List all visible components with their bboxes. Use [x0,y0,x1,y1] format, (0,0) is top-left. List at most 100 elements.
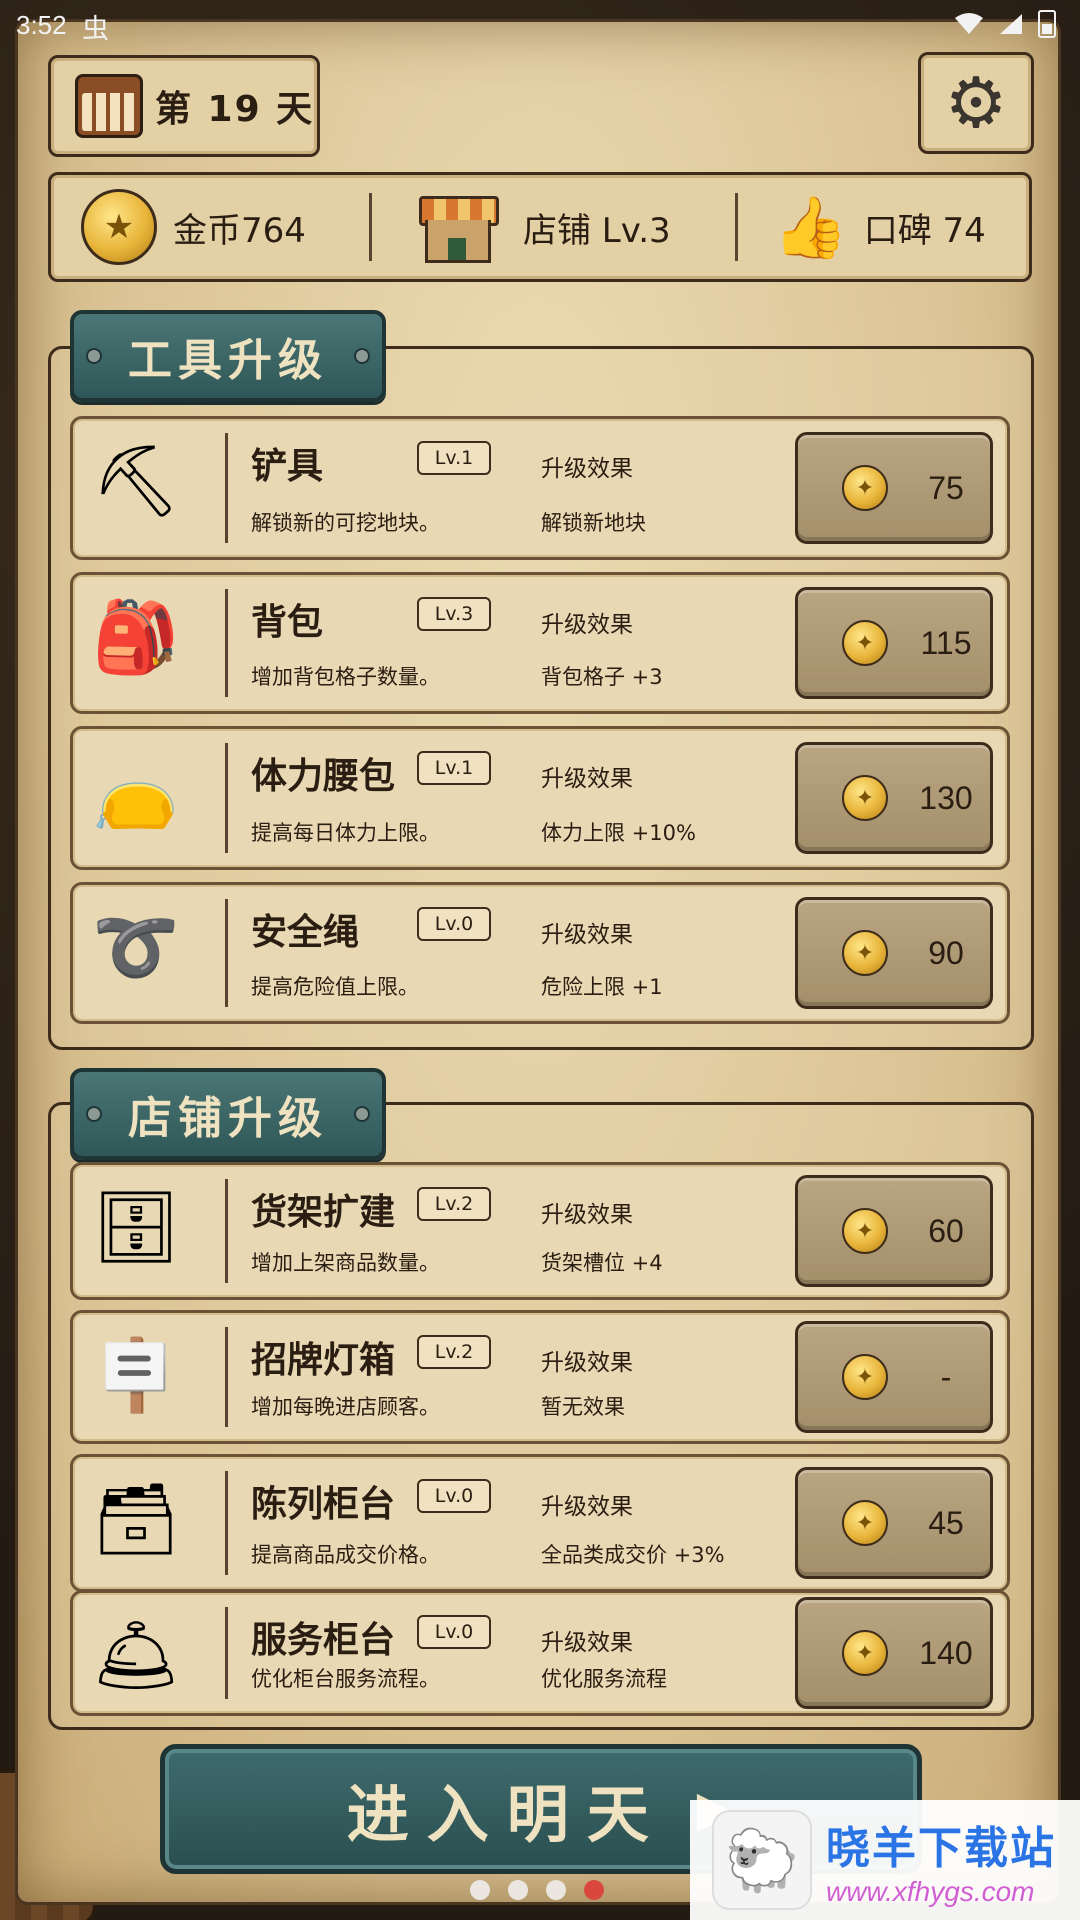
reputation-value: 口碑 74 [863,210,986,251]
stats-divider [369,193,372,261]
settings-button[interactable]: ⚙ [918,52,1034,154]
coin-icon: ✦ [842,620,888,666]
shop-section-title-text: 店铺升级 [128,1093,328,1144]
cost-value: 45 [928,1504,964,1541]
upgrade-row: 🪧 招牌灯箱 Lv.2 增加每晚进店顾客。 升级效果 暂无效果 ✦ - [70,1310,1010,1444]
upgrade-row: ⛏ 铲具 Lv.1 解锁新的可挖地块。 升级效果 解锁新地块 ✦ 75 [70,416,1010,560]
upgrade-cost-button[interactable]: ✦ 75 [795,432,993,544]
status-icons [954,10,1056,38]
upgrade-row: 🗄 货架扩建 Lv.2 增加上架商品数量。 升级效果 货架槽位 +4 ✦ 60 [70,1162,1010,1300]
rope-icon: ➰ [92,906,180,988]
upgrade-name: 招牌灯箱 [251,1340,396,1381]
upgrade-description: 增加背包格子数量。 [251,665,440,689]
upgrade-row: ➰ 安全绳 Lv.0 提高危险值上限。 升级效果 危险上限 +1 ✦ 90 [70,882,1010,1024]
effect-title: 升级效果 [541,456,633,482]
upgrade-cost-button[interactable]: ✦ 60 [795,1175,993,1287]
effect-title: 升级效果 [541,1630,633,1656]
upgrade-cost-button[interactable]: ✦ 90 [795,897,993,1009]
stats-divider [735,193,738,261]
row-divider [225,1179,228,1283]
row-divider [225,1327,228,1427]
row-divider [225,743,228,853]
level-badge: Lv.2 [417,1187,491,1221]
row-divider [225,433,228,543]
shop-level: 店铺 Lv.3 [523,210,671,251]
coin-icon: ✦ [842,1354,888,1400]
cost-value: 115 [920,624,972,661]
effect-value: 解锁新地块 [541,511,646,535]
row-divider [225,899,228,1007]
effect-title: 升级效果 [541,1350,633,1376]
status-bar: 3:52 虫 [0,0,1080,52]
effect-value: 危险上限 +1 [541,975,663,999]
upgrade-cost-button[interactable]: ✦ 130 [795,742,993,854]
display-cabinet-icon: 🗃 [91,1478,181,1560]
watermark-url: www.xfhygs.com [826,1876,1035,1907]
tools-section-title-text: 工具升级 [128,335,328,386]
level-badge: Lv.1 [417,441,491,475]
upgrade-name: 货架扩建 [251,1192,396,1233]
wifi-icon [955,13,983,34]
shop-section-title: 店铺升级 [70,1068,386,1160]
coin-icon: ✦ [842,1500,888,1546]
effect-title: 升级效果 [541,1494,633,1520]
upgrade-row: 🗃 陈列柜台 Lv.0 提高商品成交价格。 升级效果 全品类成交价 +3% ✦ … [70,1454,1010,1592]
page-dot[interactable] [546,1880,566,1900]
effect-value: 货架槽位 +4 [541,1251,663,1275]
cost-value: - [940,1358,952,1395]
upgrade-cost-button[interactable]: ✦ 115 [795,587,993,699]
coin-icon: ✦ [842,1208,888,1254]
upgrade-description: 提高每日体力上限。 [251,821,440,845]
upgrade-description: 解锁新的可挖地块。 [251,511,440,535]
effect-value: 体力上限 +10% [541,821,696,845]
coin-icon: ✦ [842,465,888,511]
day-label: 第 19 天 [155,89,315,130]
upgrade-description: 增加上架商品数量。 [251,1251,440,1275]
upgrade-cost-button[interactable]: ✦ 140 [795,1597,993,1709]
tools-section-title: 工具升级 [70,310,386,402]
upgrade-cost-button[interactable]: ✦ 45 [795,1467,993,1579]
cost-value: 130 [919,779,973,816]
effect-value: 全品类成交价 +3% [541,1543,725,1567]
level-badge: Lv.0 [417,1479,491,1513]
page-dot[interactable] [584,1880,604,1900]
level-badge: Lv.0 [417,1615,491,1649]
effect-title: 升级效果 [541,766,633,792]
shop-icon [419,192,499,263]
shovel-icon: ⛏ [91,440,181,522]
reputation-stat: 👍 口碑 74 [773,175,986,279]
cost-value: 60 [928,1212,964,1249]
upgrade-description: 提高商品成交价格。 [251,1543,440,1567]
calendar-icon [75,74,143,138]
gear-icon: ⚙ [944,62,1008,144]
gold-value: 金币764 [173,210,306,251]
status-time: 3:52 [16,10,67,40]
level-badge: Lv.2 [417,1335,491,1369]
upgrade-cost-button[interactable]: ✦ - [795,1321,993,1433]
upgrade-name: 陈列柜台 [251,1484,396,1525]
coin-icon: ✦ [842,1630,888,1676]
waist-pouch-icon: 👝 [92,750,180,832]
upgrade-name: 体力腰包 [251,756,396,797]
cost-value: 90 [928,934,964,971]
upgrade-row: 🛎 服务柜台 Lv.0 优化柜台服务流程。 升级效果 优化服务流程 ✦ 140 [70,1590,1010,1716]
page-dot[interactable] [508,1880,528,1900]
upgrade-row: 👝 体力腰包 Lv.1 提高每日体力上限。 升级效果 体力上限 +10% ✦ 1… [70,726,1010,870]
effect-title: 升级效果 [541,922,633,948]
effect-value: 暂无效果 [541,1395,625,1419]
level-badge: Lv.3 [417,597,491,631]
shelf-icon: 🗄 [91,1186,181,1268]
page-indicator [470,1880,604,1900]
effect-title: 升级效果 [541,1202,633,1228]
upgrade-description: 优化柜台服务流程。 [251,1667,440,1691]
coin-icon: ✦ [842,930,888,976]
level-badge: Lv.0 [417,907,491,941]
service-counter-icon: 🛎 [91,1614,181,1696]
gold-stat: ★ 金币764 [81,175,306,279]
day-counter: 第 19 天 [48,55,320,157]
row-divider [225,589,228,697]
upgrade-description: 增加每晚进店顾客。 [251,1395,440,1419]
lightbox-sign-icon: 🪧 [92,1334,180,1416]
page-dot[interactable] [470,1880,490,1900]
cellular-signal-icon [1000,14,1022,34]
